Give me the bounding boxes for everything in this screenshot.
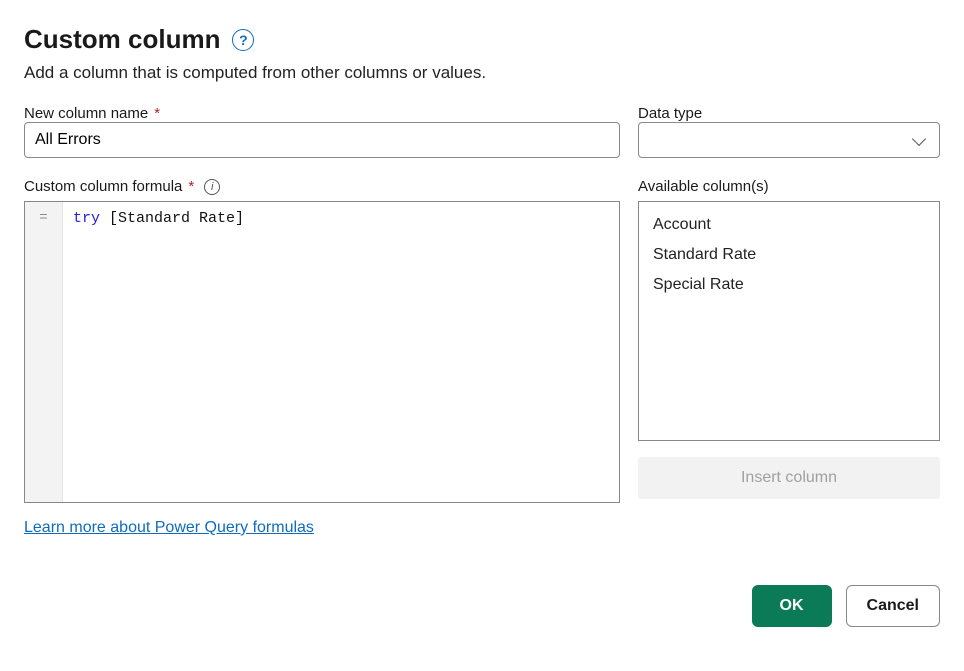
data-type-label: Data type [638, 105, 940, 122]
available-columns-label: Available column(s) [638, 178, 940, 195]
formula-gutter: = [25, 202, 63, 502]
learn-more-link[interactable]: Learn more about Power Query formulas [24, 519, 314, 537]
required-marker: * [188, 178, 194, 195]
chevron-down-icon [913, 133, 927, 147]
formula-label: Custom column formula * i [24, 178, 620, 195]
help-icon[interactable]: ? [232, 29, 254, 51]
formula-editor[interactable]: = try [Standard Rate] [24, 201, 620, 503]
cancel-button[interactable]: Cancel [846, 585, 940, 627]
formula-code[interactable]: try [Standard Rate] [63, 202, 619, 502]
available-column-item[interactable]: Account [639, 210, 939, 240]
data-type-dropdown[interactable] [638, 122, 940, 158]
dialog-subtitle: Add a column that is computed from other… [24, 63, 940, 83]
formula-body: [Standard Rate] [100, 210, 244, 227]
info-icon[interactable]: i [204, 179, 220, 195]
available-column-item[interactable]: Special Rate [639, 270, 939, 300]
ok-button[interactable]: OK [752, 585, 832, 627]
required-marker: * [154, 105, 160, 122]
available-column-item[interactable]: Standard Rate [639, 240, 939, 270]
formula-label-text: Custom column formula [24, 178, 182, 195]
insert-column-button: Insert column [638, 457, 940, 499]
formula-keyword: try [73, 210, 100, 227]
new-column-name-input[interactable] [24, 122, 620, 158]
available-columns-list[interactable]: Account Standard Rate Special Rate [638, 201, 940, 441]
new-column-name-label-text: New column name [24, 105, 148, 122]
dialog-title: Custom column [24, 24, 220, 55]
new-column-name-label: New column name * [24, 105, 620, 122]
